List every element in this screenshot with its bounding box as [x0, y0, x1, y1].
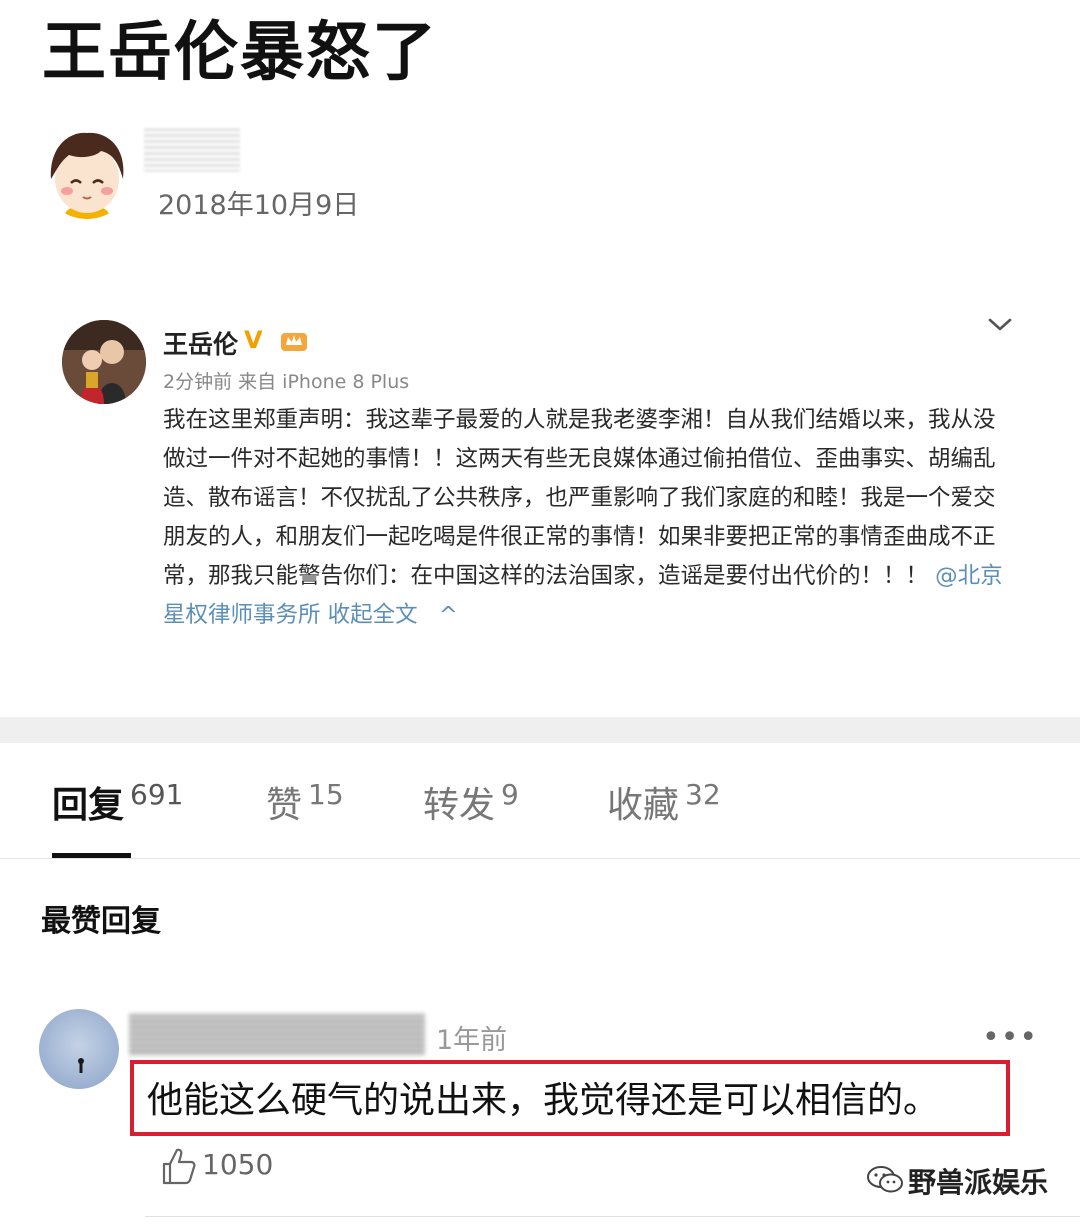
tab-label: 回复: [52, 785, 125, 826]
post-date: 2018年10月9日: [158, 190, 360, 221]
watermark-text: 野兽派娱乐: [908, 1166, 1049, 1199]
weibo-body: 我在这里郑重声明：我这辈子最爱的人就是我老婆李湘！自从我们结婚以来，我从没做过一…: [163, 401, 1003, 635]
author-avatar[interactable]: [41, 127, 133, 219]
chevron-down-icon[interactable]: [986, 315, 1014, 335]
photo-avatar-icon: [62, 320, 146, 404]
tab-label: 转发: [423, 785, 496, 826]
tab-label: 赞: [266, 785, 303, 826]
person-silhouette-icon: [78, 1058, 84, 1073]
bottom-divider: [145, 1216, 1080, 1217]
cartoon-avatar-icon: [41, 127, 133, 219]
headline: 王岳伦暴怒了: [42, 16, 438, 90]
verified-v-icon: V: [244, 326, 263, 354]
thumbs-up-icon[interactable]: [160, 1146, 196, 1186]
tabs-divider: [0, 858, 1080, 859]
tab-favorites[interactable]: 收藏 32: [607, 776, 721, 828]
post-meta: 2分钟前 来自 iPhone 8 Plus: [163, 371, 410, 393]
like-count: 1050: [202, 1148, 274, 1181]
tab-count: 9: [501, 778, 519, 811]
tab-label: 收藏: [607, 785, 680, 826]
tab-count: 32: [685, 778, 721, 811]
collapse-link[interactable]: 收起全文: [328, 602, 418, 628]
chevron-up-icon[interactable]: ^: [439, 602, 458, 628]
comment-time: 1年前: [436, 1025, 508, 1056]
wechat-icon: [866, 1164, 904, 1196]
tab-count: 691: [130, 778, 184, 811]
weibo-body-text: 我在这里郑重声明：我这辈子最爱的人就是我老婆李湘！自从我们结婚以来，我从没做过一…: [163, 407, 996, 589]
section-divider: [0, 717, 1080, 743]
tab-reposts[interactable]: 转发 9: [423, 776, 519, 828]
tab-likes[interactable]: 赞 15: [266, 776, 344, 828]
author-name-blurred: [144, 128, 240, 172]
tab-count: 15: [308, 778, 344, 811]
comment-text: 他能这么硬气的说出来，我觉得还是可以相信的。: [147, 1080, 940, 1121]
commenter-name-blurred: [129, 1014, 425, 1056]
commenter-avatar[interactable]: [39, 1009, 119, 1089]
poster-avatar[interactable]: [62, 320, 146, 404]
section-title: 最赞回复: [41, 904, 161, 939]
crown-icon: [279, 327, 309, 353]
poster-name[interactable]: 王岳伦: [163, 325, 238, 361]
more-options-icon[interactable]: •••: [982, 1020, 1038, 1055]
tab-replies[interactable]: 回复 691: [52, 776, 183, 828]
